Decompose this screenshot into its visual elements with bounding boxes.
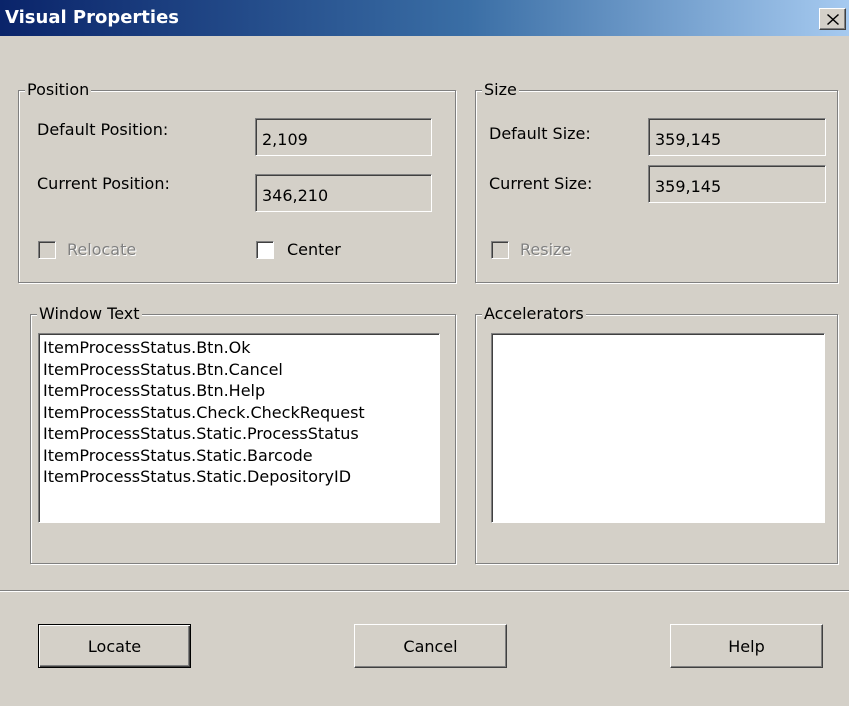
default-position-label: Default Position:	[37, 120, 169, 139]
center-label: Center	[287, 240, 341, 259]
list-item[interactable]: ItemProcessStatus.Static.ProcessStatus	[43, 423, 439, 445]
current-position-field[interactable]: 346,210	[255, 174, 432, 212]
current-size-label: Current Size:	[489, 174, 593, 193]
center-checkbox[interactable]	[256, 241, 274, 259]
window-text-listbox[interactable]: ItemProcessStatus.Btn.Ok ItemProcessStat…	[38, 333, 440, 523]
list-item[interactable]: ItemProcessStatus.Check.CheckRequest	[43, 402, 439, 424]
help-button[interactable]: Help	[670, 624, 823, 668]
title-bar: Visual Properties	[0, 0, 849, 36]
relocate-label: Relocate	[67, 240, 137, 259]
close-button[interactable]	[819, 8, 846, 30]
cancel-button[interactable]: Cancel	[354, 624, 507, 668]
accelerators-listbox[interactable]	[491, 333, 825, 523]
accelerators-legend: Accelerators	[482, 304, 586, 324]
default-size-label: Default Size:	[489, 124, 591, 143]
list-item[interactable]: ItemProcessStatus.Static.Barcode	[43, 445, 439, 467]
locate-button[interactable]: Locate	[38, 624, 191, 668]
separator	[0, 590, 849, 592]
relocate-checkbox[interactable]	[38, 241, 56, 259]
list-item[interactable]: ItemProcessStatus.Btn.Cancel	[43, 359, 439, 381]
window-text-legend: Window Text	[37, 304, 142, 324]
size-legend: Size	[482, 80, 519, 100]
current-size-field[interactable]: 359,145	[648, 165, 826, 203]
close-icon	[826, 13, 839, 25]
list-item[interactable]: ItemProcessStatus.Static.DepositoryID	[43, 466, 439, 488]
window-title: Visual Properties	[5, 7, 179, 28]
position-legend: Position	[25, 80, 92, 100]
list-item[interactable]: ItemProcessStatus.Btn.Help	[43, 380, 439, 402]
default-position-field[interactable]: 2,109	[255, 118, 432, 156]
list-item[interactable]: ItemProcessStatus.Btn.Ok	[43, 337, 439, 359]
current-position-label: Current Position:	[37, 174, 170, 193]
default-size-field[interactable]: 359,145	[648, 118, 826, 156]
resize-label: Resize	[520, 240, 572, 259]
resize-checkbox[interactable]	[491, 241, 509, 259]
